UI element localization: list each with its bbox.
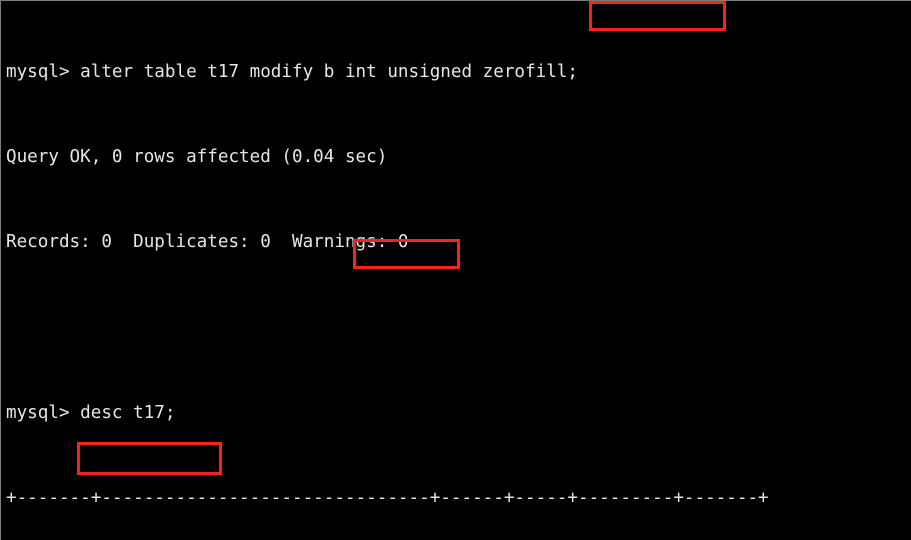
terminal-line: Query OK, 0 rows affected (0.04 sec) <box>6 147 388 168</box>
terminal-line: mysql> alter table t17 modify b int unsi… <box>6 61 578 82</box>
terminal-screen[interactable]: mysql> alter table t17 modify b int unsi… <box>6 1 769 540</box>
terminal-line: +-------+-------------------------------… <box>6 488 769 509</box>
terminal-line: mysql> desc t17; <box>6 402 176 423</box>
terminal-line: Records: 0 Duplicates: 0 Warnings: 0 <box>6 232 409 253</box>
terminal-window[interactable]: mysql> alter table t17 modify b int unsi… <box>0 0 911 540</box>
